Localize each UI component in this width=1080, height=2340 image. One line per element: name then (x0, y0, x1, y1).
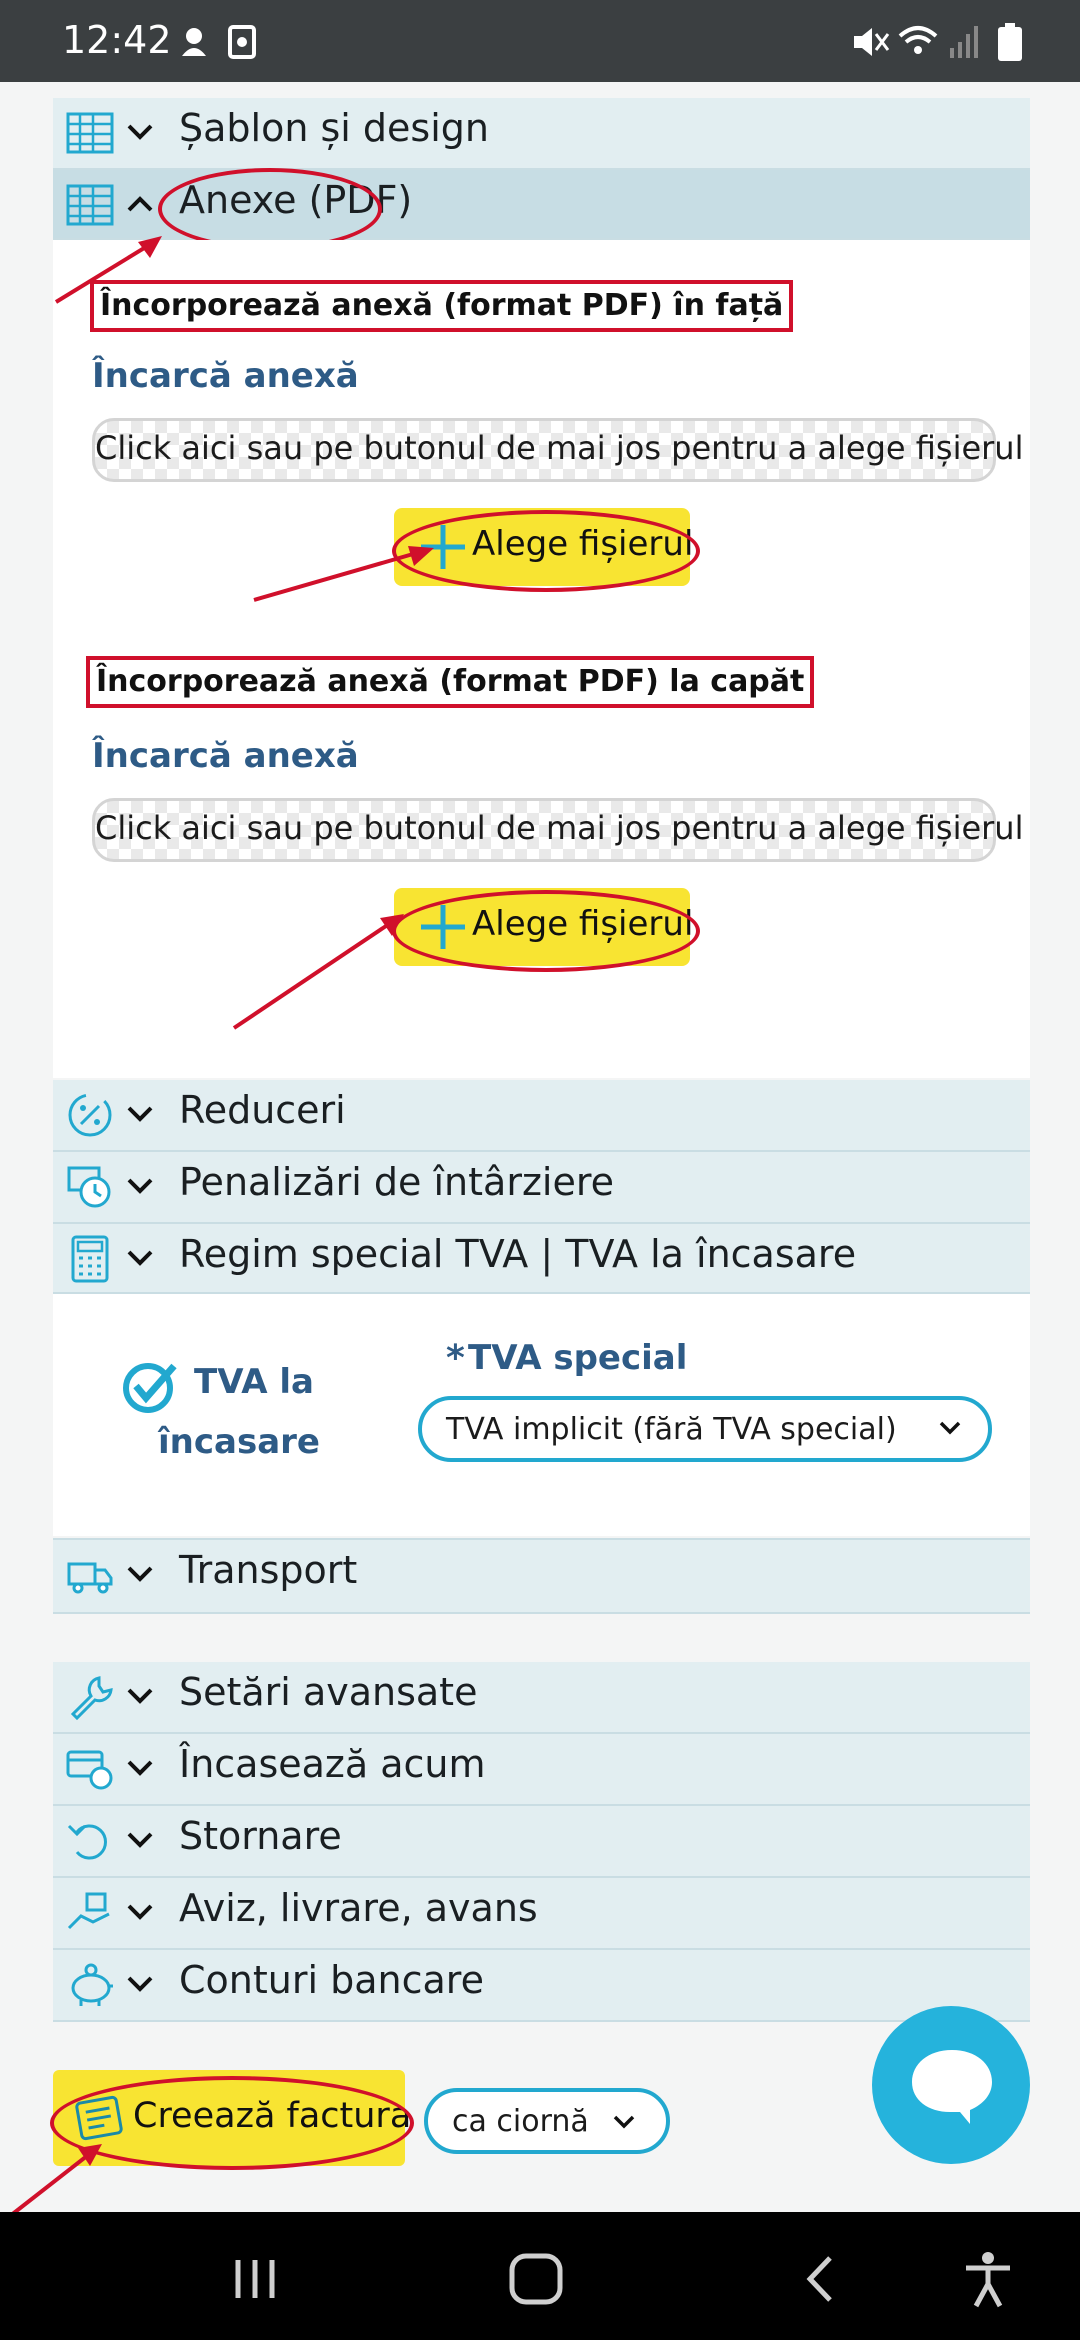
battery-icon (998, 23, 1022, 61)
drop-zone-text: Click aici sau pe butonul de mai jos pen… (95, 429, 1024, 467)
section-regim-tva[interactable]: Regim special TVA | TVA la încasare (53, 1224, 1030, 1294)
annotation-oval (392, 890, 700, 972)
section-incaseaza-acum[interactable]: Încasează acum (53, 1734, 1030, 1806)
notification-icon (182, 28, 206, 56)
table-icon (66, 184, 114, 226)
section-label: Reduceri (179, 1088, 346, 1132)
section-label: Conturi bancare (179, 1958, 484, 2002)
section-label: Încasează acum (179, 1742, 486, 1786)
chat-button[interactable] (872, 2006, 1030, 2164)
section-label: Regim special TVA | TVA la încasare (179, 1232, 857, 1276)
signal-icon (950, 26, 978, 58)
section-label: Penalizări de întârziere (179, 1160, 614, 1204)
end-annex-heading: Încorporează anexă (format PDF) la capăt (86, 656, 815, 708)
chevron-down-icon (127, 1976, 153, 1992)
invoice-mode-select[interactable]: ca ciornă (424, 2088, 670, 2154)
drop-zone-text: Click aici sau pe butonul de mai jos pen… (95, 809, 1024, 847)
invoice-mode-value: ca ciornă (452, 2104, 589, 2139)
delivery-icon (67, 1892, 110, 1930)
truck-icon (67, 1562, 113, 1594)
chevron-down-icon (127, 1566, 153, 1582)
end-drop-zone[interactable]: Click aici sau pe butonul de mai jos pen… (92, 798, 1024, 862)
tva-special-select[interactable]: TVA implicit (fără TVA special) (418, 1396, 992, 1462)
section-conturi-bancare[interactable]: Conturi bancare (53, 1950, 1030, 2022)
chevron-down-icon (127, 1106, 153, 1122)
section-sablon-design[interactable]: Șablon și design (53, 98, 1030, 170)
chevron-down-icon (127, 1688, 153, 1704)
chevron-down-icon (127, 1178, 153, 1194)
section-penalizari[interactable]: Penalizări de întârziere (53, 1152, 1030, 1224)
end-upload-label: Încarcă anexă (92, 736, 359, 776)
table-icon (66, 112, 114, 154)
navigation-bar (0, 2212, 1080, 2340)
annotation-arrow (232, 914, 404, 1030)
chevron-down-icon (127, 1760, 153, 1776)
recent-apps-icon[interactable] (230, 2256, 280, 2302)
chevron-down-icon (127, 124, 153, 140)
screenshot-icon (228, 25, 256, 59)
chevron-down-icon (127, 1832, 153, 1848)
chevron-down-icon (127, 1904, 153, 1920)
undo-icon (67, 1824, 107, 1860)
section-label: Aviz, livrare, avans (179, 1886, 538, 1930)
front-drop-zone[interactable]: Click aici sau pe butonul de mai jos pen… (92, 418, 1024, 482)
section-aviz-livrare[interactable]: Aviz, livrare, avans (53, 1878, 1030, 1950)
clock-money-icon (67, 1166, 111, 1208)
section-reduceri[interactable]: Reduceri (53, 1080, 1030, 1152)
section-label: Stornare (179, 1814, 342, 1858)
section-label: Șablon și design (179, 106, 489, 150)
chevron-down-icon (127, 1250, 153, 1266)
tva-special-label: TVA special (468, 1338, 688, 1378)
discount-icon (68, 1093, 112, 1137)
front-annex-heading: Încorporează anexă (format PDF) în față (90, 280, 794, 332)
wifi-icon (898, 26, 938, 54)
chevron-down-icon (939, 1421, 961, 1435)
checkbox-checked-icon[interactable] (122, 1358, 180, 1414)
section-label: Setări avansate (179, 1670, 478, 1714)
chat-bubble-icon (912, 2050, 992, 2124)
home-icon[interactable] (508, 2252, 564, 2306)
piggy-bank-icon (71, 1963, 113, 2006)
status-bar: 12:42 (0, 0, 1080, 82)
accessibility-icon[interactable] (962, 2250, 1014, 2308)
front-upload-label: Încarcă anexă (92, 356, 359, 396)
tva-checkbox-label-line1: TVA la (194, 1362, 314, 1402)
annotation-arrow (54, 236, 162, 304)
section-transport[interactable]: Transport (53, 1538, 1030, 1614)
back-icon[interactable] (802, 2252, 838, 2306)
status-time: 12:42 (62, 18, 172, 62)
section-stornare[interactable]: Stornare (53, 1806, 1030, 1878)
tva-special-value: TVA implicit (fără TVA special) (446, 1412, 897, 1447)
section-setari-avansate[interactable]: Setări avansate (53, 1662, 1030, 1734)
chevron-down-icon (613, 2115, 635, 2129)
section-label: Transport (179, 1548, 358, 1592)
annotation-arrow (253, 546, 434, 602)
annotation-arrow (8, 2144, 102, 2218)
chevron-up-icon (127, 196, 153, 212)
card-coin-icon (66, 1750, 113, 1790)
tva-special-required-star: * (446, 1338, 465, 1379)
wrench-icon (70, 1676, 113, 1721)
annotation-oval (158, 168, 382, 250)
tva-checkbox-label-line2: încasare (158, 1422, 320, 1462)
calculator-icon (71, 1235, 109, 1283)
mute-icon (854, 28, 890, 56)
